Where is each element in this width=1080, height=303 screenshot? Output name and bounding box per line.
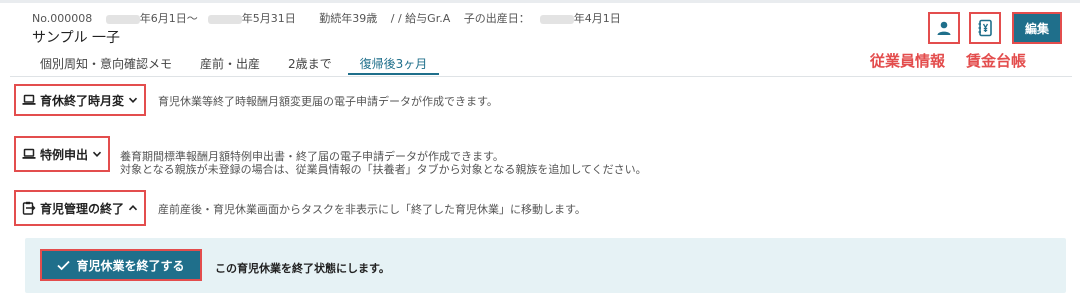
employee-no: No.000008 <box>32 12 93 25</box>
tab-until-age-2[interactable]: 2歳まで <box>288 53 332 75</box>
redacted-mask <box>105 14 140 24</box>
special-application-description-line1: 養育期間標準報酬月額特例申出書・終了届の電子申請データが作成できます。 <box>120 150 504 163</box>
laptop-icon <box>22 94 36 105</box>
chevron-down-icon <box>128 97 138 103</box>
person-icon <box>937 21 951 35</box>
wage-ledger-button[interactable] <box>969 12 1001 44</box>
finish-description: この育児休業を終了状態にします。 <box>215 262 390 275</box>
tab-bar: 個別周知・意向確認メモ 産前・出産 2歳まで 復帰後3ヶ月 <box>40 53 467 75</box>
special-application-description-line2: 対象となる親族が未登録の場合は、従業員情報の「扶養者」タブから対象となる親族を追… <box>120 163 647 176</box>
employee-name: サンプル 一子 <box>32 30 121 46</box>
finish-button-label: 育児休業を終了する <box>76 258 185 273</box>
tenure-text: 勤続年39歳 <box>319 12 378 25</box>
special-application-label: 特例申出 <box>40 147 89 162</box>
childcare-management-end-label: 育児管理の終了 <box>40 201 125 216</box>
ledger-yen-icon <box>978 19 992 37</box>
leave-period: 年6月1日〜 年5月31日 <box>105 12 306 25</box>
redacted-mask <box>207 14 242 24</box>
tab-prenatal-birth[interactable]: 産前・出産 <box>200 53 260 75</box>
childcare-end-change-label: 育休終了時月変 <box>40 93 125 108</box>
laptop-icon <box>22 148 36 159</box>
childcare-management-end-description: 産前産後・育児休業画面からタスクを非表示にし「終了した育児休業」に移動します。 <box>158 203 586 216</box>
childcare-end-change-description: 育児休業等終了時報酬月額変更届の電子申請データが作成できます。 <box>158 95 498 108</box>
redacted-mask <box>539 14 574 24</box>
employee-info-label: 従業員情報 <box>870 52 946 70</box>
employee-meta: No.000008 年6月1日〜 年5月31日 勤続年39歳 / / 給与Gr.A… <box>32 10 641 26</box>
pay-group-text: / / 給与Gr.A <box>390 12 451 25</box>
edit-button[interactable]: 編集 <box>1012 12 1062 44</box>
chevron-down-icon <box>92 151 102 157</box>
childcare-end-change-toggle[interactable]: 育休終了時月変 <box>14 84 147 116</box>
special-application-toggle[interactable]: 特例申出 <box>14 136 111 172</box>
tab-notice-memo[interactable]: 個別周知・意向確認メモ <box>40 53 172 75</box>
top-divider <box>0 0 1080 3</box>
childcare-management-end-toggle[interactable]: 育児管理の終了 <box>14 190 147 226</box>
wage-ledger-label: 賃金台帳 <box>966 52 1027 70</box>
birth-date-text: 子の出産日： 年4月1日 <box>463 12 621 25</box>
chevron-up-icon <box>128 205 138 211</box>
tab-after-return-3-months[interactable]: 復帰後3ヶ月 <box>347 53 440 75</box>
tab-divider <box>10 76 1072 77</box>
clipboard-export-icon <box>22 201 36 215</box>
check-icon <box>57 260 71 270</box>
employee-info-button[interactable] <box>928 12 960 44</box>
finish-childcare-leave-button[interactable]: 育児休業を終了する <box>40 249 202 281</box>
